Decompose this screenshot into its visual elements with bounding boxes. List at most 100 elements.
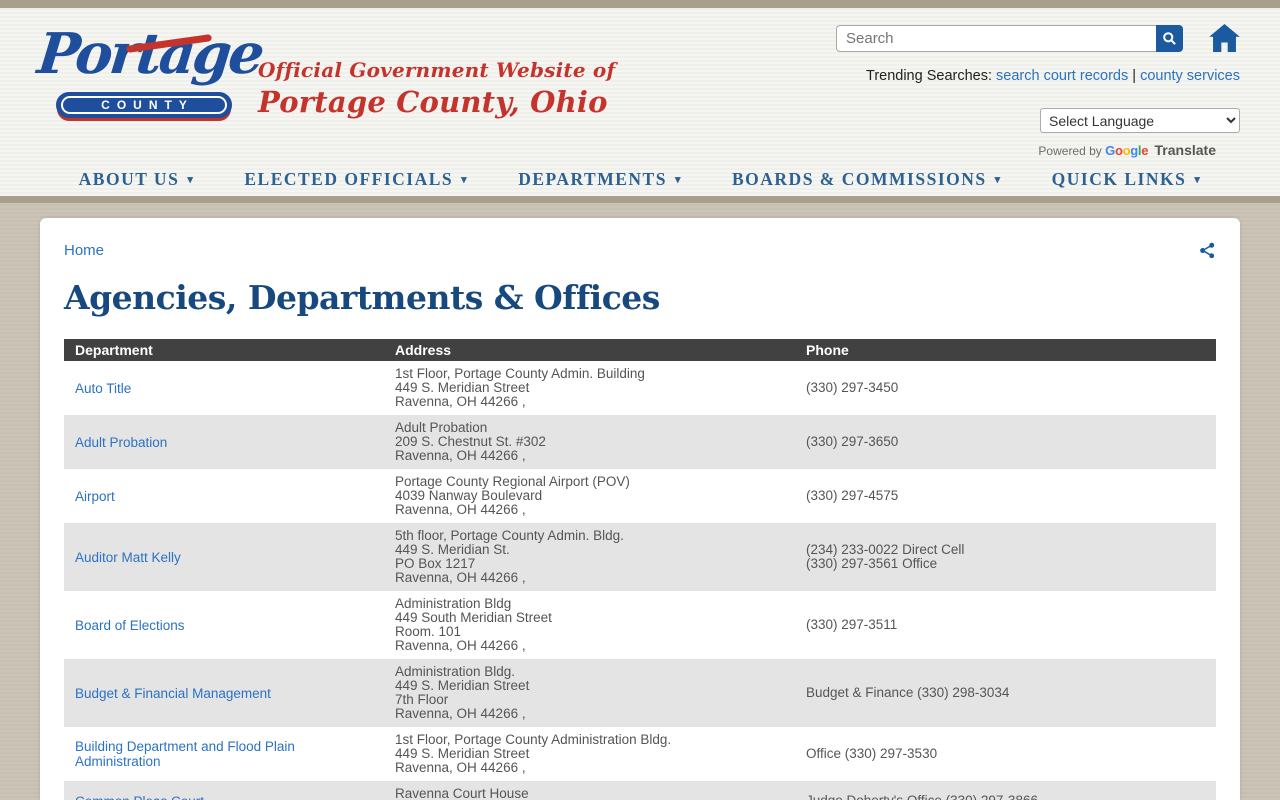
nav-item-label: ELECTED OFFICIALS xyxy=(244,169,453,190)
address-line: 4039 Nanway Boulevard xyxy=(395,489,784,503)
search-icon xyxy=(1162,31,1177,46)
department-link[interactable]: Building Department and Flood Plain Admi… xyxy=(75,739,373,769)
share-button[interactable] xyxy=(1199,242,1216,259)
department-link[interactable]: Auditor Matt Kelly xyxy=(75,550,181,565)
phone-line: (330) 297-3511 xyxy=(806,618,1205,632)
department-link[interactable]: Board of Elections xyxy=(75,618,185,633)
address-line: 449 S. Meridian Street xyxy=(395,381,784,395)
chevron-down-icon: ▾ xyxy=(461,173,468,186)
table-row: Building Department and Flood Plain Admi… xyxy=(64,727,1216,781)
search-input[interactable] xyxy=(836,25,1156,52)
page-background: Home Agencies, Departments & Offices Dep… xyxy=(0,203,1280,800)
top-accent-strip xyxy=(0,0,1280,8)
address-line: 449 S. Meridian St. xyxy=(395,543,784,557)
address-line: 7th Floor xyxy=(395,693,784,707)
address-line: 449 South Meridian Street xyxy=(395,611,784,625)
chevron-down-icon: ▾ xyxy=(995,173,1002,186)
address-line: Ravenna, OH 44266 , xyxy=(395,761,784,775)
table-row: Airport Portage County Regional Airport (… xyxy=(64,469,1216,523)
tagline-line2: Portage County, Ohio xyxy=(258,85,615,119)
search-button[interactable] xyxy=(1156,25,1183,52)
nav-item-about-us[interactable]: ABOUT US ▾ xyxy=(79,169,195,190)
breadcrumb: Home xyxy=(64,242,104,260)
content-card: Home Agencies, Departments & Offices Dep… xyxy=(40,218,1240,800)
logo-county-banner: COUNTY xyxy=(56,92,232,118)
address-line: Portage County Regional Airport (POV) xyxy=(395,475,784,489)
language-select[interactable]: Select Language xyxy=(1040,108,1240,133)
address-line: Administration Bldg xyxy=(395,597,784,611)
nav-item-label: BOARDS & COMMISSIONS xyxy=(732,169,987,190)
address-line: Room. 101 xyxy=(395,625,784,639)
address-line: Administration Bldg. xyxy=(395,665,784,679)
google-translate-attribution: Powered by Google Translate xyxy=(836,142,1240,158)
address-line: 1st Floor, Portage County Admin. Buildin… xyxy=(395,367,784,381)
address-line: Ravenna, OH 44266 , xyxy=(395,571,784,585)
tagline-line1: Official Government Website of xyxy=(258,58,615,82)
table-row: Budget & Financial Management Administrat… xyxy=(64,659,1216,727)
table-row: Board of Elections Administration Bldg449… xyxy=(64,591,1216,659)
table-row: Adult ProbationAdult Probation209 S. Che… xyxy=(64,415,1216,469)
trending-searches: Trending Searches: search court records … xyxy=(836,68,1240,84)
county-logo[interactable]: Portage COUNTY xyxy=(38,26,248,146)
phone-line: (330) 297-3561 Office xyxy=(806,557,1205,571)
site-header: Portage COUNTY Official Government Websi… xyxy=(0,8,1280,196)
table-header-row: Department Address Phone xyxy=(64,339,1216,361)
phone-line: Office (330) 297-3530 xyxy=(806,747,1205,761)
logo-wordmark: Portage xyxy=(35,26,264,82)
powered-by-label: Powered by xyxy=(1038,144,1101,158)
table-row: Common Pleas CourtRavenna Court House203… xyxy=(64,781,1216,800)
trending-link-court-records[interactable]: search court records xyxy=(996,68,1128,84)
nav-item-departments[interactable]: DEPARTMENTS ▾ xyxy=(518,169,682,190)
column-header-department: Department xyxy=(64,339,384,361)
address-line: 1st Floor, Portage County Administration… xyxy=(395,733,784,747)
nav-item-elected-officials[interactable]: ELECTED OFFICIALS ▾ xyxy=(244,169,468,190)
phone-line: (234) 233-0022 Direct Cell xyxy=(806,543,1205,557)
table-row: Auto Title 1st Floor, Portage County Admi… xyxy=(64,361,1216,415)
main-navigation: ABOUT US▾ELECTED OFFICIALS▾DEPARTMENTS▾B… xyxy=(0,169,1280,190)
table-row: Auditor Matt Kelly 5th floor, Portage Cou… xyxy=(64,523,1216,591)
department-link[interactable]: Budget & Financial Management xyxy=(75,686,271,701)
nav-item-label: DEPARTMENTS xyxy=(518,169,667,190)
address-line: Ravenna, OH 44266 , xyxy=(395,449,784,463)
nav-item-quick-links[interactable]: QUICK LINKS▾ xyxy=(1052,169,1202,190)
nav-item-boards-commissions[interactable]: BOARDS & COMMISSIONS ▾ xyxy=(732,169,1002,190)
address-line: Adult Probation xyxy=(395,421,784,435)
address-line: Ravenna Court House xyxy=(395,787,784,800)
address-line: Ravenna, OH 44266 , xyxy=(395,503,784,517)
header-bottom-strip xyxy=(0,196,1280,203)
table-body: Auto Title 1st Floor, Portage County Admi… xyxy=(64,361,1216,800)
home-icon xyxy=(1209,24,1240,52)
chevron-down-icon: ▾ xyxy=(675,173,682,186)
address-line: 449 S. Meridian Street xyxy=(395,747,784,761)
trending-separator: | xyxy=(1132,68,1136,84)
chevron-down-icon: ▾ xyxy=(187,173,194,186)
phone-line: (330) 297-3650 xyxy=(806,435,1205,449)
address-line: 5th floor, Portage County Admin. Bldg. xyxy=(395,529,784,543)
column-header-address: Address xyxy=(384,339,795,361)
column-header-phone: Phone xyxy=(795,339,1216,361)
site-tagline: Official Government Website of Portage C… xyxy=(258,58,615,119)
department-link[interactable]: Adult Probation xyxy=(75,435,167,450)
phone-line: Judge Doherty's Office (330) 297-3866 xyxy=(806,794,1205,800)
address-line: Ravenna, OH 44266 , xyxy=(395,707,784,721)
address-line: Ravenna, OH 44266 , xyxy=(395,395,784,409)
logo-county-label: COUNTY xyxy=(61,96,227,114)
header-right-column: Trending Searches: search court records … xyxy=(836,24,1240,158)
breadcrumb-home-link[interactable]: Home xyxy=(64,242,104,259)
nav-item-label: ABOUT US xyxy=(79,169,180,190)
address-line: 449 S. Meridian Street xyxy=(395,679,784,693)
home-button[interactable] xyxy=(1209,24,1240,52)
google-logo: Google xyxy=(1105,143,1148,158)
department-link[interactable]: Common Pleas Court xyxy=(75,794,204,800)
phone-line: Budget & Finance (330) 298-3034 xyxy=(806,686,1205,700)
address-line: Ravenna, OH 44266 , xyxy=(395,639,784,653)
department-link[interactable]: Auto Title xyxy=(75,381,131,396)
translate-label: Translate xyxy=(1155,142,1216,158)
phone-line: (330) 297-4575 xyxy=(806,489,1205,503)
trending-link-county-services[interactable]: county services xyxy=(1140,68,1240,84)
address-line: PO Box 1217 xyxy=(395,557,784,571)
department-link[interactable]: Airport xyxy=(75,489,115,504)
departments-table: Department Address Phone Auto Title 1st F… xyxy=(64,339,1216,800)
page-title: Agencies, Departments & Offices xyxy=(64,278,1216,317)
phone-line: (330) 297-3450 xyxy=(806,381,1205,395)
